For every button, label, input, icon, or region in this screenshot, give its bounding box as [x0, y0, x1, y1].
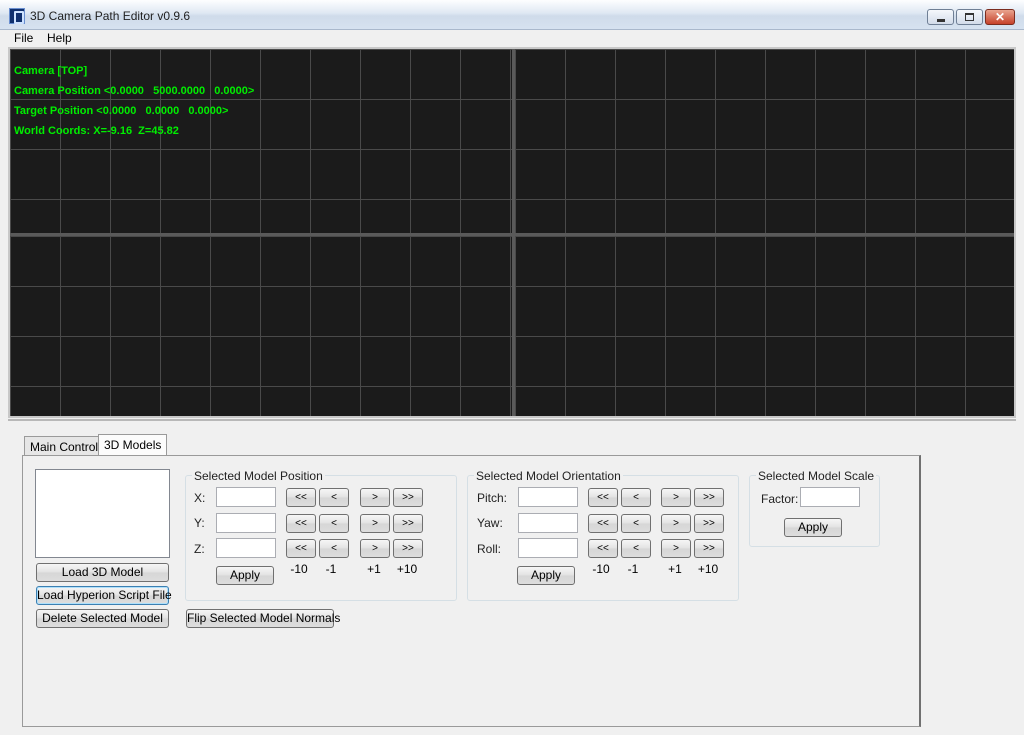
pitch-inc1-button[interactable]: > — [661, 488, 691, 507]
roll-dec1-button[interactable]: < — [621, 539, 651, 558]
roll-dec10-button[interactable]: << — [588, 539, 618, 558]
flip-model-normals-button[interactable]: Flip Selected Model Normals — [186, 609, 340, 628]
scale-group-title: Selected Model Scale — [756, 469, 877, 483]
position-apply-button[interactable]: Apply — [216, 566, 274, 585]
y-label: Y: — [194, 516, 205, 530]
camera-position-readout: Camera Position <0.0000 5000.0000 0.0000… — [14, 85, 255, 97]
z-inc1-button[interactable]: > — [360, 539, 390, 558]
world-coords-readout: World Coords: X=-9.16 Z=45.82 — [14, 125, 179, 137]
position-label-inc1: +1 — [367, 562, 381, 576]
menu-file[interactable]: File — [14, 31, 33, 45]
yaw-input[interactable] — [518, 513, 578, 533]
x-inc1-button[interactable]: > — [360, 488, 390, 507]
pitch-inc10-button[interactable]: >> — [694, 488, 724, 507]
orientation-label-inc10: +10 — [697, 562, 719, 576]
load-hyperion-script-button[interactable]: Load Hyperion Script File — [36, 586, 172, 605]
menu-bar: File Help — [0, 30, 1024, 47]
viewport-divider-horizontal[interactable] — [10, 233, 1014, 236]
y-dec1-button[interactable]: < — [319, 514, 349, 533]
yaw-inc1-button[interactable]: > — [661, 514, 691, 533]
menu-help[interactable]: Help — [47, 31, 72, 45]
maximize-button[interactable] — [956, 9, 983, 25]
load-3d-model-button[interactable]: Load 3D Model — [36, 563, 169, 582]
target-position-readout: Target Position <0.0000 0.0000 0.0000> — [14, 105, 229, 117]
yaw-dec10-button[interactable]: << — [588, 514, 618, 533]
position-label-inc10: +10 — [396, 562, 418, 576]
model-list[interactable] — [35, 469, 170, 558]
title-bar[interactable]: 3D Camera Path Editor v0.9.6 ✕ — [0, 0, 1024, 30]
x-dec1-button[interactable]: < — [319, 488, 349, 507]
camera-label: Camera [TOP] — [14, 65, 88, 77]
viewport-bottom-right[interactable] — [515, 236, 1014, 416]
orientation-label-inc1: +1 — [668, 562, 682, 576]
close-button[interactable]: ✕ — [985, 9, 1015, 25]
minimize-icon — [936, 18, 945, 22]
y-inc1-button[interactable]: > — [360, 514, 390, 533]
delete-selected-model-button[interactable]: Delete Selected Model — [36, 609, 169, 628]
viewport-top[interactable]: Camera [TOP] Camera Position <0.0000 500… — [10, 49, 512, 233]
y-dec10-button[interactable]: << — [286, 514, 316, 533]
roll-input[interactable] — [518, 538, 578, 558]
z-dec10-button[interactable]: << — [286, 539, 316, 558]
pitch-label: Pitch: — [477, 491, 508, 505]
yaw-inc10-button[interactable]: >> — [694, 514, 724, 533]
orientation-group-title: Selected Model Orientation — [474, 469, 623, 483]
y-inc10-button[interactable]: >> — [393, 514, 423, 533]
yaw-dec1-button[interactable]: < — [621, 514, 651, 533]
viewport-bottom-left[interactable] — [10, 236, 512, 416]
roll-label: Roll: — [477, 542, 502, 556]
y-input[interactable] — [216, 513, 276, 533]
viewport-area: Camera [TOP] Camera Position <0.0000 500… — [8, 47, 1016, 418]
z-input[interactable] — [216, 538, 276, 558]
roll-inc10-button[interactable]: >> — [694, 539, 724, 558]
orientation-label-dec10: -10 — [592, 562, 610, 576]
z-dec1-button[interactable]: < — [319, 539, 349, 558]
pitch-input[interactable] — [518, 487, 578, 507]
roll-inc1-button[interactable]: > — [661, 539, 691, 558]
scale-factor-input[interactable] — [800, 487, 860, 507]
orientation-label-dec1: -1 — [627, 562, 639, 576]
position-label-dec10: -10 — [290, 562, 308, 576]
scale-apply-button[interactable]: Apply — [784, 518, 842, 537]
yaw-label: Yaw: — [477, 516, 503, 530]
viewport-top-right[interactable] — [515, 49, 1014, 233]
position-group-title: Selected Model Position — [192, 469, 325, 483]
app-icon — [9, 8, 25, 24]
window-title: 3D Camera Path Editor v0.9.6 — [30, 9, 191, 23]
position-label-dec1: -1 — [325, 562, 337, 576]
x-label: X: — [194, 491, 206, 505]
x-input[interactable] — [216, 487, 276, 507]
pitch-dec10-button[interactable]: << — [588, 488, 618, 507]
minimize-button[interactable] — [927, 9, 954, 25]
orientation-apply-button[interactable]: Apply — [517, 566, 575, 585]
tab-3d-models[interactable]: 3D Models — [98, 434, 168, 456]
factor-label: Factor: — [761, 492, 799, 506]
z-label: Z: — [194, 542, 205, 556]
z-inc10-button[interactable]: >> — [393, 539, 423, 558]
x-inc10-button[interactable]: >> — [393, 488, 423, 507]
maximize-icon — [965, 13, 974, 21]
x-dec10-button[interactable]: << — [286, 488, 316, 507]
pitch-dec1-button[interactable]: < — [621, 488, 651, 507]
close-icon: ✕ — [994, 10, 1006, 24]
